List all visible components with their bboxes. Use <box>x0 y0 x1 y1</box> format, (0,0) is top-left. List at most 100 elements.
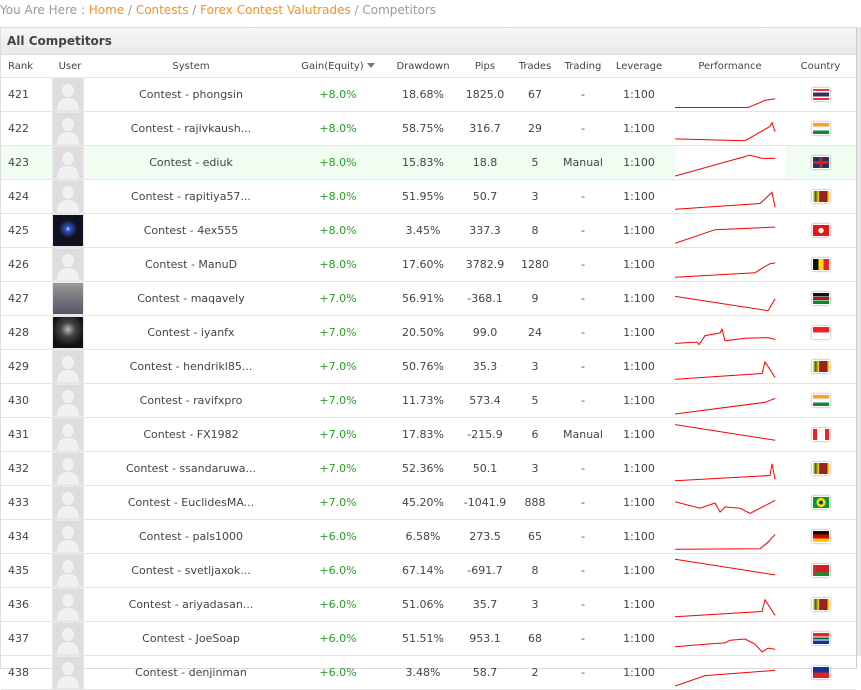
trading: - <box>563 655 603 690</box>
gain: +6.0% <box>293 655 383 690</box>
avatar[interactable] <box>52 418 84 451</box>
col-system[interactable]: System <box>89 55 293 78</box>
trades: 65 <box>507 519 563 554</box>
user-cell <box>51 145 89 180</box>
table-row[interactable]: 429 Contest - hendrikl85... +7.0% 50.76% 35.… <box>1 349 856 384</box>
sparkline-series <box>675 97 776 108</box>
flag-icon-gb <box>811 156 830 170</box>
system-link[interactable]: Contest - ssandaruwa... <box>89 451 293 486</box>
avatar[interactable] <box>52 282 84 315</box>
col-gain[interactable]: Gain(Equity) <box>293 55 383 78</box>
system-link[interactable]: Contest - hendrikl85... <box>89 349 293 384</box>
flag-icon-in <box>811 394 830 408</box>
avatar[interactable] <box>52 588 84 621</box>
system-link[interactable]: Contest - FX1982 <box>89 417 293 452</box>
breadcrumb: You Are Here : Home / Contests / Forex C… <box>0 3 437 17</box>
table-row[interactable]: 431 Contest - FX1982 +7.0% 17.83% -215.9 6 Man… <box>1 417 856 452</box>
breadcrumb-contests[interactable]: Contests <box>136 3 189 17</box>
system-link[interactable]: Contest - denjinman <box>89 655 293 690</box>
table-row[interactable]: 422 Contest - rajivkaush... +8.0% 58.75% 316… <box>1 111 856 146</box>
system-link[interactable]: Contest - rapitiya57... <box>89 179 293 214</box>
avatar[interactable] <box>52 554 84 587</box>
gain: +6.0% <box>293 621 383 656</box>
country-cell <box>785 349 856 384</box>
col-drawdown[interactable]: Drawdown <box>383 55 463 78</box>
avatar[interactable] <box>52 520 84 553</box>
drawdown: 56.91% <box>383 281 463 316</box>
table-row[interactable]: 424 Contest - rapitiya57... +8.0% 51.95% 50.… <box>1 179 856 214</box>
system-link[interactable]: Contest - ravifxpro <box>89 383 293 418</box>
avatar[interactable] <box>52 656 84 689</box>
table-row[interactable]: 435 Contest - svetljaxok... +6.0% 67.14% -69… <box>1 553 856 588</box>
trades: 3 <box>507 451 563 486</box>
table-row[interactable]: 436 Contest - ariyadasan... +6.0% 51.06% 35.… <box>1 587 856 622</box>
avatar[interactable] <box>52 316 84 349</box>
system-link[interactable]: Contest - phongsin <box>89 77 293 112</box>
system-link[interactable]: Contest - ariyadasan... <box>89 587 293 622</box>
gain: +6.0% <box>293 553 383 588</box>
system-link[interactable]: Contest - svetljaxok... <box>89 553 293 588</box>
flag-icon-th <box>811 88 830 102</box>
avatar[interactable] <box>52 146 84 179</box>
gain: +8.0% <box>293 77 383 112</box>
table-row[interactable]: 434 Contest - pals1000 +6.0% 6.58% 273.5 65-1… <box>1 519 856 554</box>
table-row[interactable]: 426 Contest - ManuD +8.0% 17.60% 3782.9 1280-… <box>1 247 856 282</box>
table-row[interactable]: 427 Contest - maqavely +7.0% 56.91% -368.1 9-… <box>1 281 856 316</box>
avatar[interactable] <box>52 214 84 247</box>
table-row[interactable]: 433 Contest - EuclidesMA... +7.0% 45.20% -10… <box>1 485 856 520</box>
system-link[interactable]: Contest - ManuD <box>89 247 293 282</box>
table-row[interactable]: 421 Contest - phongsin +8.0% 18.68% 1825.0 67… <box>1 77 856 112</box>
leverage: 1:100 <box>603 383 675 418</box>
avatar[interactable] <box>52 452 84 485</box>
rank: 431 <box>1 417 51 452</box>
avatar[interactable] <box>52 78 84 111</box>
table-row[interactable]: 428 Contest - iyanfx +7.0% 20.50% 99.0 24-1:1… <box>1 315 856 350</box>
col-trades[interactable]: Trades <box>507 55 563 78</box>
user-cell <box>51 179 89 214</box>
system-link[interactable]: Contest - 4ex555 <box>89 213 293 248</box>
avatar[interactable] <box>52 486 84 519</box>
table-row[interactable]: 425 Contest - 4ex555 +8.0% 3.45% 337.3 8-1:10… <box>1 213 856 248</box>
avatar[interactable] <box>52 248 84 281</box>
system-link[interactable]: Contest - rajivkaush... <box>89 111 293 146</box>
breadcrumb-contest[interactable]: Forex Contest Valutrades <box>200 3 351 17</box>
gain: +6.0% <box>293 519 383 554</box>
trading: - <box>563 213 603 248</box>
leverage: 1:100 <box>603 485 675 520</box>
drawdown: 17.83% <box>383 417 463 452</box>
table-row[interactable]: 432 Contest - ssandaruwa... +7.0% 52.36% 50.… <box>1 451 856 486</box>
avatar[interactable] <box>52 112 84 145</box>
pips: -215.9 <box>463 417 507 452</box>
system-link[interactable]: Contest - maqavely <box>89 281 293 316</box>
system-link[interactable]: Contest - pals1000 <box>89 519 293 554</box>
performance-cell <box>675 383 785 418</box>
table-row[interactable]: 438 Contest - denjinman +6.0% 3.48% 58.7 2-1:… <box>1 655 856 690</box>
system-link[interactable]: Contest - ediuk <box>89 145 293 180</box>
system-link[interactable]: Contest - iyanfx <box>89 315 293 350</box>
performance-cell <box>675 553 785 588</box>
performance-cell <box>675 111 785 146</box>
performance-cell <box>675 655 785 690</box>
leverage: 1:100 <box>603 179 675 214</box>
avatar[interactable] <box>52 350 84 383</box>
avatar[interactable] <box>52 622 84 655</box>
col-pips[interactable]: Pips <box>463 55 507 78</box>
scrollbar[interactable] <box>857 27 861 656</box>
system-link[interactable]: Contest - EuclidesMA... <box>89 485 293 520</box>
table-row[interactable]: 423 Contest - ediuk +8.0% 15.83% 18.8 5 Manual… <box>1 145 856 180</box>
trading: - <box>563 621 603 656</box>
col-rank[interactable]: Rank <box>1 55 51 78</box>
table-row[interactable]: 430 Contest - ravifxpro +7.0% 11.73% 573.4 5-… <box>1 383 856 418</box>
system-link[interactable]: Contest - JoeSoap <box>89 621 293 656</box>
avatar[interactable] <box>52 384 84 417</box>
trading: - <box>563 451 603 486</box>
breadcrumb-home[interactable]: Home <box>89 3 124 17</box>
trading: - <box>563 281 603 316</box>
avatar[interactable] <box>52 180 84 213</box>
drawdown: 58.75% <box>383 111 463 146</box>
drawdown: 11.73% <box>383 383 463 418</box>
sort-desc-icon <box>366 63 375 68</box>
table-row[interactable]: 437 Contest - JoeSoap +6.0% 51.51% 953.1 68-1… <box>1 621 856 656</box>
col-user: User <box>51 55 89 78</box>
rank: 421 <box>1 77 51 112</box>
